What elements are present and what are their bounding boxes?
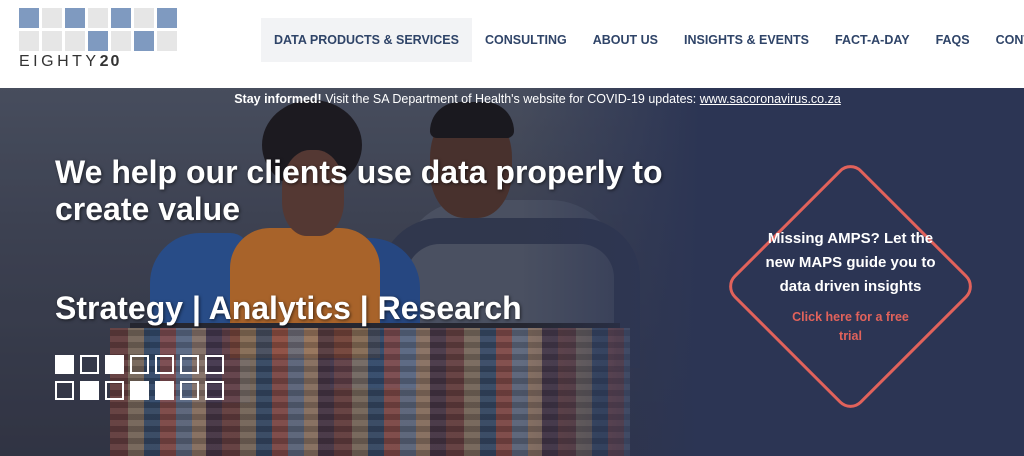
hero-square (130, 381, 149, 400)
hero-square (155, 355, 174, 374)
logo-square (134, 31, 154, 51)
logo-square (134, 8, 154, 28)
logo-square (157, 8, 177, 28)
free-trial-link[interactable]: Click here for a free trial (786, 308, 916, 346)
notice-link[interactable]: www.sacoronavirus.co.za (700, 92, 841, 106)
hero-square (205, 381, 224, 400)
logo-wordmark: EIGHTY20 (19, 53, 121, 71)
hero-square (205, 355, 224, 374)
promo-text: Missing AMPS? Let the new MAPS guide you… (765, 230, 936, 295)
logo-square (42, 31, 62, 51)
hero-services-line: Strategy | Analytics | Research (55, 290, 522, 326)
hero-square (155, 381, 174, 400)
hero-square (55, 381, 74, 400)
hero-square (55, 355, 74, 374)
diamond-content: Missing AMPS? Let the new MAPS guide you… (723, 159, 978, 414)
hero-headline: We help our clients use data properly to… (55, 154, 663, 227)
logo-square (65, 8, 85, 28)
hero-square (130, 355, 149, 374)
logo-square (42, 8, 62, 28)
main-nav: DATA PRODUCTS & SERVICES CONSULTING ABOU… (261, 18, 1024, 62)
hero-squares-mark (55, 355, 224, 400)
nav-about-us[interactable]: ABOUT US (580, 18, 671, 62)
nav-faqs[interactable]: FAQS (923, 18, 983, 62)
nav-contact[interactable]: CONTACT (983, 18, 1024, 62)
hero-square (180, 381, 199, 400)
site-header: EIGHTY20 DATA PRODUCTS & SERVICES CONSUL… (0, 0, 1024, 88)
covid-notice-bar: Stay informed! Visit the SA Department o… (0, 91, 1024, 107)
nav-consulting[interactable]: CONSULTING (472, 18, 580, 62)
logo-word-bold: 20 (99, 53, 122, 70)
logo-square (88, 31, 108, 51)
hero-square (105, 355, 124, 374)
photo-fade (520, 88, 700, 456)
hero-photo-shoppers (0, 88, 700, 456)
logo-word-light: EIGHTY (19, 53, 100, 70)
logo-square (19, 31, 39, 51)
logo-square (111, 8, 131, 28)
hero-square (80, 355, 99, 374)
logo-square (19, 8, 39, 28)
logo-square (88, 8, 108, 28)
logo-square (157, 31, 177, 51)
logo-grid-mark (19, 8, 177, 51)
nav-data-products-services[interactable]: DATA PRODUCTS & SERVICES (261, 18, 472, 62)
eighty20-logo[interactable]: EIGHTY20 (19, 8, 179, 70)
nav-fact-a-day[interactable]: FACT-A-DAY (822, 18, 923, 62)
notice-text: Visit the SA Department of Health's webs… (321, 92, 700, 106)
notice-lead: Stay informed! (234, 92, 322, 106)
hero-square (105, 381, 124, 400)
nav-insights-events[interactable]: INSIGHTS & EVENTS (671, 18, 822, 62)
logo-square (65, 31, 85, 51)
maps-promo-diamond[interactable]: Missing AMPS? Let the new MAPS guide you… (722, 158, 979, 415)
hero-banner: Stay informed! Visit the SA Department o… (0, 88, 1024, 456)
logo-square (111, 31, 131, 51)
hero-square (80, 381, 99, 400)
hero-square (180, 355, 199, 374)
